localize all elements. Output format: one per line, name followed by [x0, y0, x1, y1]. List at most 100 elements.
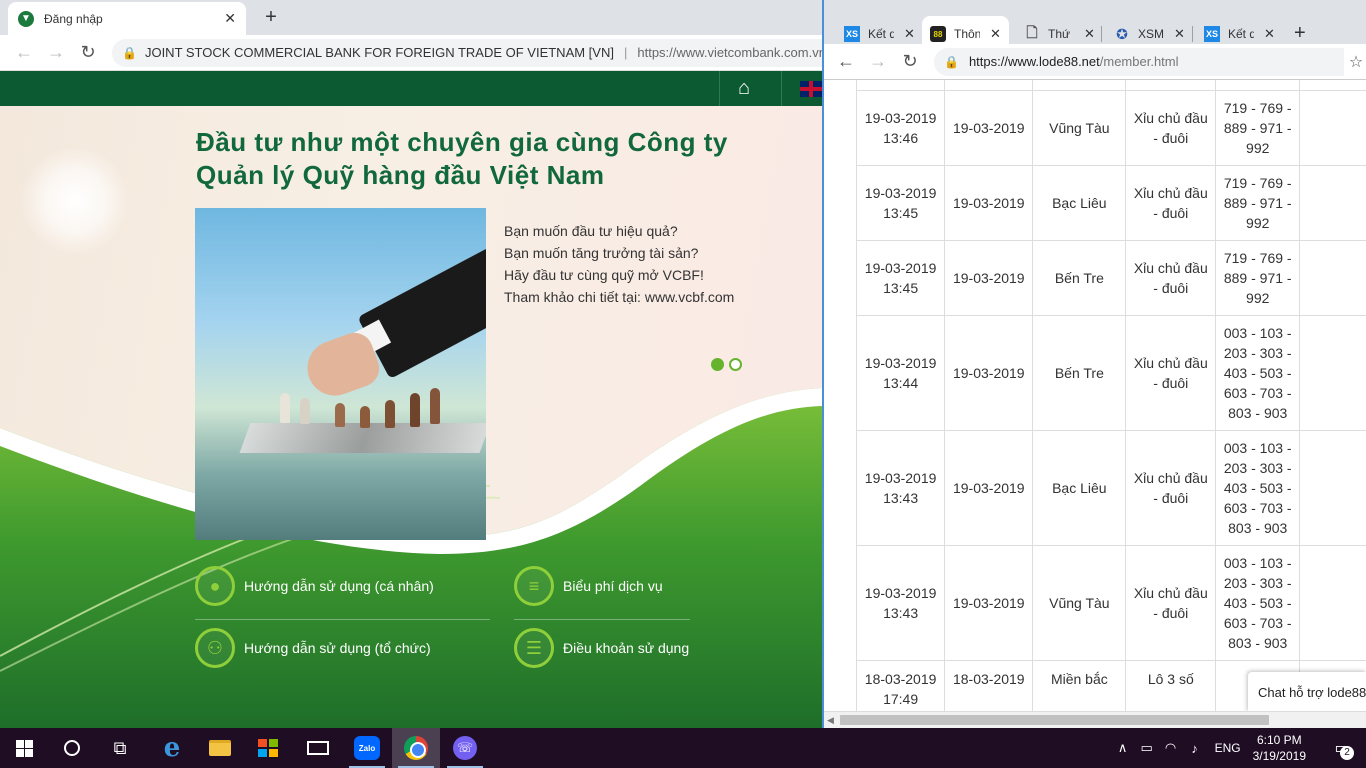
cell-time: 19-03-2019 13:46 [855, 90, 946, 166]
cell-numbers: 003 - 103 -203 - 303 -403 - 503 -603 - 7… [1215, 545, 1301, 661]
xs-favicon-icon: XS [844, 26, 860, 42]
back-arrow-icon[interactable]: ← [10, 39, 38, 67]
home-icon[interactable]: ⌂ [738, 77, 750, 100]
tab-title: Đăng nhập [44, 11, 103, 26]
cell-region: Bạc Liêu [1032, 165, 1127, 241]
chrome-icon [404, 736, 428, 760]
table-row: 19-03-2019 13:43 19-03-2019 Bạc Liêu Xỉu … [855, 430, 1366, 546]
system-tray: ∧ ▭ ◠ ♪ ENG 6:10 PM 3/19/2019 ▭ 2 [1111, 728, 1366, 768]
link-user-guide-personal[interactable]: ● Hướng dẫn sử dụng (cá nhân) [195, 566, 434, 606]
cell-region: Bến Tre [1032, 315, 1127, 431]
action-center-button[interactable]: ▭ 2 [1324, 738, 1360, 760]
hero-description: Bạn muốn đầu tư hiệu quả? Bạn muốn tăng … [504, 220, 734, 308]
mail-button[interactable] [294, 728, 342, 768]
clock-date: 3/19/2019 [1252, 749, 1306, 763]
link-label: Hướng dẫn sử dụng (cá nhân) [244, 578, 434, 594]
cell-numbers: 719 - 769 -889 - 971 -992 [1215, 90, 1301, 166]
cell-extra [1299, 90, 1366, 166]
chrome-button[interactable] [392, 728, 440, 768]
table-row: 19-03-2019 13:45 19-03-2019 Bạc Liêu Xỉu … [855, 165, 1366, 241]
close-icon[interactable]: ✕ [224, 10, 236, 27]
zalo-button[interactable]: Zalo [343, 728, 391, 768]
tab-dang-nhap[interactable]: ▼ Đăng nhập ✕ [8, 2, 246, 35]
vcb-header-bar: ⌂ [0, 71, 822, 106]
left-address-bar[interactable]: 🔒 JOINT STOCK COMMERCIAL BANK FOR FOREIG… [112, 38, 822, 67]
hero-banner: Đầu tư như một chuyên gia cùng Công ty Q… [0, 106, 822, 728]
cell-extra [1299, 430, 1366, 546]
start-button[interactable] [0, 728, 48, 768]
cell-numbers: 003 - 103 -203 - 303 -403 - 503 -603 - 7… [1215, 430, 1301, 546]
battery-icon[interactable]: ▭ [1135, 740, 1159, 756]
chess-piece [360, 406, 370, 428]
store-button[interactable] [244, 728, 292, 768]
left-toolbar: ← → ↻ 🔒 JOINT STOCK COMMERCIAL BANK FOR … [0, 35, 822, 71]
edge-button[interactable]: e [148, 728, 196, 768]
left-tab-strip: ▼ Đăng nhập ✕ + [0, 0, 822, 35]
right-tab-strip: XS Kết q ✕ 88 Thôn ✕ 🗋 Thứ 2 ✕ ✪ XSMN ✕ … [824, 0, 1366, 52]
tab-title: Kết q [1228, 27, 1254, 41]
file-explorer-button[interactable] [196, 728, 244, 768]
show-hidden-icons-chevron-icon[interactable]: ∧ [1111, 740, 1135, 756]
viber-button[interactable]: ☏ [441, 728, 489, 768]
cell-type: Lô 3 số [1125, 660, 1217, 711]
address-path: /member.html [1099, 54, 1179, 69]
input-language[interactable]: ENG [1215, 741, 1241, 755]
viber-icon: ☏ [453, 736, 477, 760]
close-icon[interactable]: ✕ [990, 26, 1001, 42]
clock[interactable]: 6:10 PM 3/19/2019 [1253, 732, 1306, 764]
volume-icon[interactable]: ♪ [1183, 741, 1207, 756]
forward-arrow-icon[interactable]: → [864, 48, 892, 76]
cortana-button[interactable] [48, 728, 96, 768]
task-view-button[interactable]: ⧉ [96, 728, 144, 768]
notification-count-badge: 2 [1340, 746, 1354, 760]
slider-dot-2[interactable] [729, 358, 742, 371]
new-tab-button[interactable]: + [1294, 22, 1306, 45]
close-icon[interactable]: ✕ [904, 26, 915, 42]
lode88-favicon-icon: 88 [930, 26, 946, 42]
cell-numbers: 719 - 769 -889 - 971 -992 [1215, 240, 1301, 316]
reload-icon[interactable]: ↻ [74, 39, 102, 67]
header-divider [781, 71, 782, 106]
link-user-guide-organization[interactable]: ⚇ Hướng dẫn sử dụng (tổ chức) [195, 628, 431, 668]
wifi-icon[interactable]: ◠ [1159, 740, 1183, 756]
uk-flag-icon[interactable] [800, 81, 822, 97]
new-tab-button[interactable]: + [260, 6, 282, 29]
tab-separator [1192, 26, 1193, 42]
file-explorer-icon [209, 740, 231, 756]
bookmark-star-icon[interactable]: ☆ [1344, 52, 1366, 72]
tab-title: Thôn [954, 27, 980, 41]
link-service-fees[interactable]: ≡ Biểu phí dịch vụ [514, 566, 663, 606]
back-arrow-icon[interactable]: ← [832, 48, 860, 76]
link-separator [195, 619, 490, 620]
hero-title-line-1: Đầu tư như một chuyên gia cùng Công ty [196, 127, 728, 157]
chess-piece [410, 393, 420, 427]
lock-icon: 🔒 [944, 54, 959, 69]
vietcombank-shield-icon: ▼ [18, 10, 34, 27]
horizontal-scrollbar[interactable]: ◀ [824, 711, 1366, 728]
scroll-left-icon[interactable]: ◀ [827, 715, 834, 726]
chess-piece [430, 388, 440, 424]
cell-numbers: 003 - 103 -203 - 303 -403 - 503 -603 - 7… [1215, 315, 1301, 431]
cell-numbers: 719 - 769 -889 - 971 -992 [1215, 165, 1301, 241]
cell-date: 19-03-2019 [944, 165, 1034, 241]
vietcombank-browser-window: ▼ Đăng nhập ✕ + ← → ↻ 🔒 JOINT STOCK COMM… [0, 0, 822, 728]
hero-title: Đầu tư như một chuyên gia cùng Công ty Q… [196, 126, 796, 192]
slider-dot-1[interactable] [711, 358, 724, 371]
cell-extra [1299, 315, 1366, 431]
table-row: 19-03-2019 13:43 19-03-2019 Vũng Tàu Xỉu … [855, 545, 1366, 661]
link-terms-of-use[interactable]: ☰ Điều khoản sử dụng [514, 628, 689, 668]
close-icon[interactable]: ✕ [1174, 26, 1185, 42]
link-label: Hướng dẫn sử dụng (tổ chức) [244, 640, 431, 656]
tab-title: XSMN [1138, 27, 1164, 41]
chat-support-button[interactable]: Chat hỗ trợ lode88 [1248, 672, 1366, 712]
close-icon[interactable]: ✕ [1264, 26, 1275, 42]
reload-icon[interactable]: ↻ [896, 48, 924, 76]
cell-type: Xỉu chủ đầu - đuôi [1125, 430, 1217, 546]
forward-arrow-icon[interactable]: → [42, 39, 70, 67]
chess-hand-photo [195, 208, 486, 540]
cell-extra [1299, 240, 1366, 316]
right-address-bar[interactable]: 🔒 https://www.lode88.net/member.html [934, 47, 1344, 76]
hero-title-line-2: Quản lý Quỹ hàng đầu Việt Nam [196, 160, 605, 190]
close-icon[interactable]: ✕ [1084, 26, 1095, 42]
scrollbar-thumb[interactable] [840, 715, 1269, 725]
